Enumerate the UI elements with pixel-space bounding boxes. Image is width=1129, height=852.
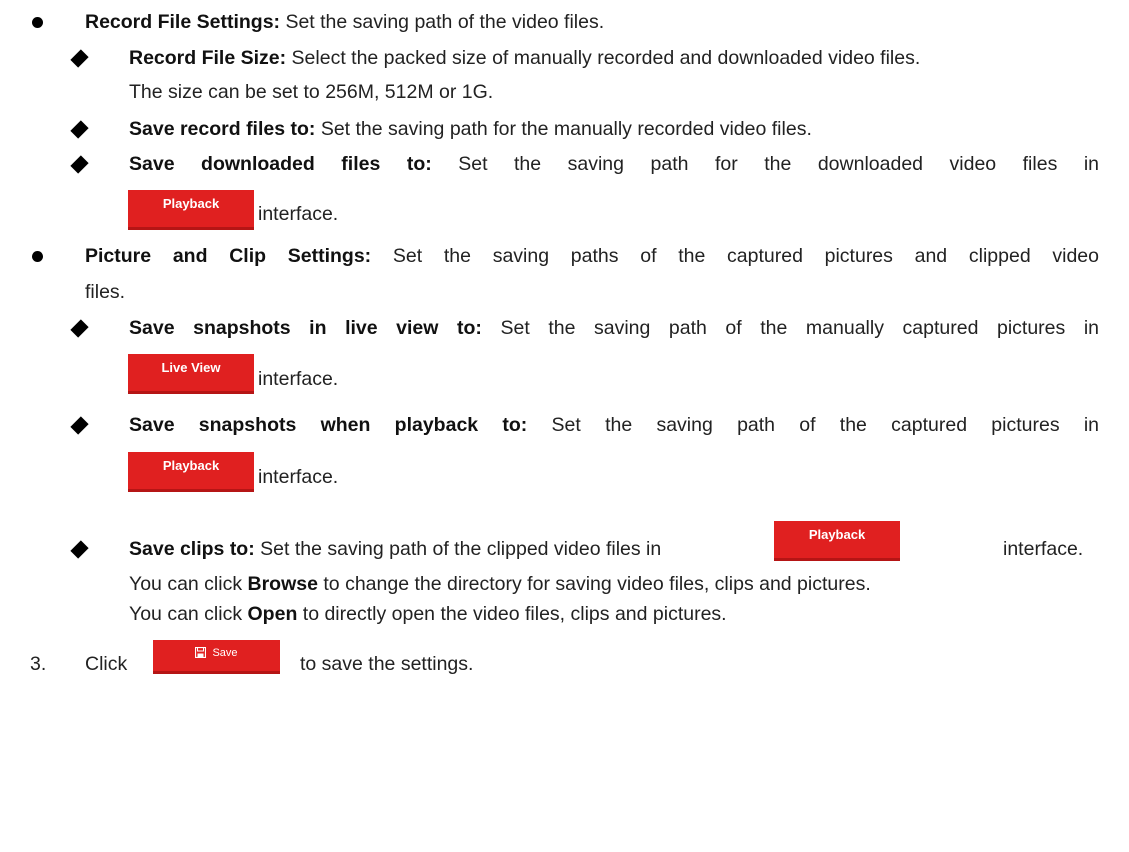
save-clips-title: Save clips to:	[129, 538, 255, 560]
playback-button[interactable]: Playback	[128, 190, 254, 230]
playback-button[interactable]: Playback	[774, 521, 900, 561]
save-clips-line: Save clips to: Set the saving path of th…	[129, 537, 661, 561]
record-file-settings-line: Record File Settings: Set the saving pat…	[85, 10, 604, 34]
save-button[interactable]: Save	[153, 640, 280, 674]
playback-button[interactable]: Playback	[128, 452, 254, 492]
save-snapshots-live-line: Save snapshots in live view to: Set the …	[129, 316, 1099, 340]
interface-text: interface.	[258, 466, 339, 488]
bullet-diamond	[70, 540, 89, 559]
bullet-dot	[32, 251, 43, 262]
save-clips-text: Set the saving path of the clipped video…	[254, 538, 662, 560]
save-downloaded-files-text: Set the saving path for the downloaded v…	[431, 153, 1099, 175]
save-snapshots-playback-text: Set the saving path of the captured pict…	[527, 414, 1100, 436]
record-file-settings-title: Record File Settings:	[85, 11, 281, 33]
save-record-files-title: Save record files to:	[129, 118, 316, 140]
save-snapshots-playback-line: Save snapshots when playback to: Set the…	[129, 413, 1099, 437]
step-after-text: to save the settings.	[300, 653, 474, 675]
record-file-settings-text: Set the saving path of the video files.	[280, 11, 605, 33]
step-click-text: Click	[85, 653, 128, 675]
interface-text: interface.	[258, 368, 339, 390]
browse-note: You can click Browse to change the direc…	[129, 572, 871, 596]
browse-word: Browse	[247, 573, 318, 595]
save-snapshots-live-text: Set the saving path of the manually capt…	[481, 317, 1100, 339]
record-file-size-title: Record File Size:	[129, 47, 287, 69]
save-button-label: Save	[212, 647, 238, 659]
save-record-files-line: Save record files to: Set the saving pat…	[129, 117, 812, 141]
interface-text: interface.	[258, 203, 339, 225]
record-file-size-line2: The size can be set to 256M, 512M or 1G.	[129, 81, 494, 103]
picture-clip-settings-text: Set the saving paths of the captured pic…	[371, 245, 1100, 267]
record-file-size-line: Record File Size: Select the packed size…	[129, 46, 920, 70]
floppy-disk-icon	[195, 646, 207, 659]
interface-text: interface.	[1003, 538, 1084, 560]
save-downloaded-files-line: Save downloaded files to: Set the saving…	[129, 152, 1099, 176]
open-word: Open	[247, 603, 298, 625]
step-number: 3.	[30, 653, 47, 675]
bullet-dot	[32, 17, 43, 28]
bullet-diamond	[70, 155, 89, 174]
browse-note-post: to change the directory for saving video…	[317, 573, 871, 595]
record-file-size-text: Select the packed size of manually recor…	[286, 47, 921, 69]
save-downloaded-files-title: Save downloaded files to:	[129, 153, 432, 175]
live-view-button[interactable]: Live View	[128, 354, 254, 394]
browse-note-pre: You can click	[129, 573, 248, 595]
open-note-pre: You can click	[129, 603, 248, 625]
picture-clip-settings-title: Picture and Clip Settings:	[85, 245, 372, 267]
save-snapshots-playback-title: Save snapshots when playback to:	[129, 414, 528, 436]
save-record-files-text: Set the saving path for the manually rec…	[315, 118, 812, 140]
bullet-diamond	[70, 319, 89, 338]
bullet-diamond	[70, 49, 89, 68]
open-note-post: to directly open the video files, clips …	[297, 603, 727, 625]
picture-clip-settings-line2: files.	[85, 281, 126, 303]
bullet-diamond	[70, 416, 89, 435]
bullet-diamond	[70, 120, 89, 139]
save-snapshots-live-title: Save snapshots in live view to:	[129, 317, 482, 339]
picture-clip-settings-line: Picture and Clip Settings: Set the savin…	[85, 244, 1099, 268]
open-note: You can click Open to directly open the …	[129, 602, 727, 626]
